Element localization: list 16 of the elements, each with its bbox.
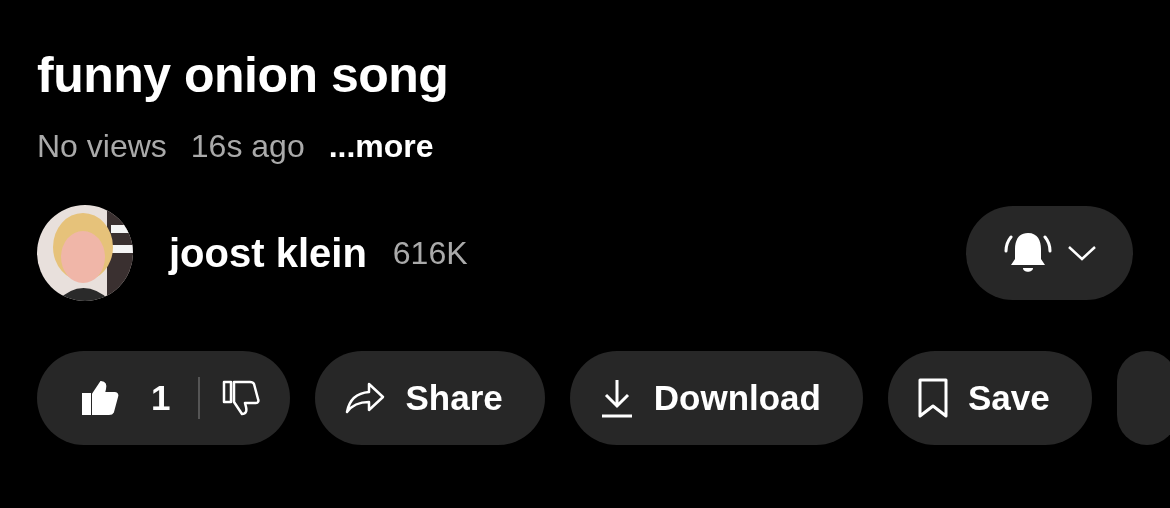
share-button[interactable]: Share (315, 351, 545, 445)
view-count: No views (37, 128, 167, 165)
chevron-down-icon (1066, 244, 1097, 262)
thumbs-down-icon (222, 380, 261, 416)
like-button[interactable]: 1 (81, 378, 171, 418)
video-title: funny onion song (37, 50, 450, 100)
upload-age: 16s ago (190, 128, 305, 165)
share-icon (345, 381, 386, 415)
download-button[interactable]: Download (569, 351, 863, 445)
more-link[interactable]: ...more (328, 128, 434, 165)
save-button[interactable]: Save (887, 351, 1092, 445)
bookmark-icon (917, 378, 948, 418)
dislike-button[interactable] (222, 380, 261, 416)
download-icon (599, 378, 634, 418)
channel-name[interactable]: joost klein (169, 230, 367, 276)
subscriber-count: 616K (392, 234, 468, 272)
